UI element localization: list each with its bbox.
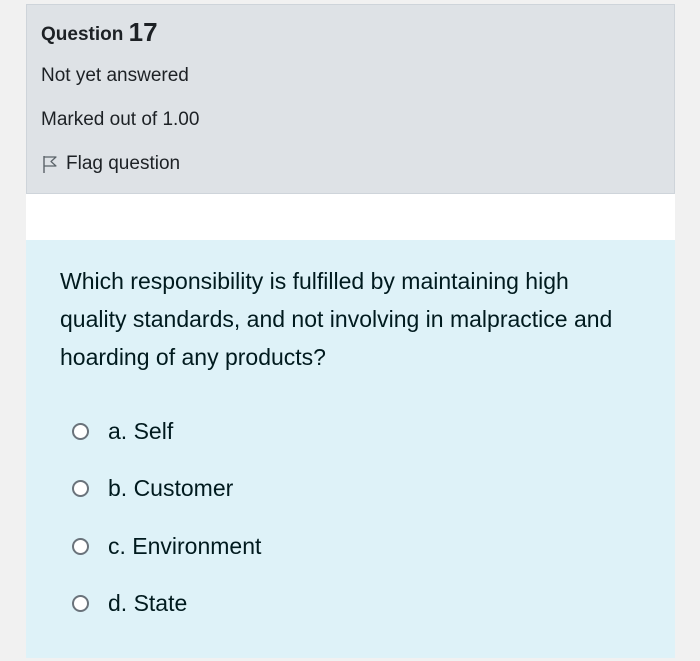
question-text: Which responsibility is fulfilled by mai… bbox=[60, 268, 613, 370]
answer-label: c. Environment bbox=[108, 532, 262, 559]
flag-icon bbox=[43, 156, 57, 173]
flag-question-label: Flag question bbox=[66, 153, 181, 174]
answer-option-b[interactable]: b. Customer bbox=[72, 474, 641, 504]
flag-question-link[interactable]: Flag question bbox=[41, 152, 660, 176]
answer-option-a[interactable]: a. Self bbox=[72, 416, 641, 446]
answer-option-c[interactable]: c. Environment bbox=[72, 531, 641, 561]
question-grade: Marked out of 1.00 bbox=[41, 109, 200, 130]
question-formulation: Which responsibility is fulfilled by mai… bbox=[26, 240, 675, 658]
question-prefix: Question bbox=[41, 24, 124, 45]
question-state: Not yet answered bbox=[41, 65, 189, 86]
radio-button[interactable] bbox=[72, 480, 89, 497]
question-heading: Question 17 bbox=[41, 19, 660, 48]
answer-label: a. Self bbox=[108, 417, 174, 444]
answer-list: a. Self b. Customer c. Environment d. St… bbox=[72, 416, 641, 619]
radio-button[interactable] bbox=[72, 595, 89, 612]
answer-label: b. Customer bbox=[108, 475, 234, 501]
page-background bbox=[0, 0, 26, 661]
spacer bbox=[26, 194, 675, 240]
radio-button[interactable] bbox=[72, 537, 89, 555]
question-info-panel: Question 17 Not yet answered Marked out … bbox=[26, 4, 675, 194]
radio-button[interactable] bbox=[72, 422, 89, 440]
question-number: 17 bbox=[128, 17, 158, 47]
answer-label: d. State bbox=[108, 590, 188, 616]
answer-option-d[interactable]: d. State bbox=[72, 589, 641, 619]
